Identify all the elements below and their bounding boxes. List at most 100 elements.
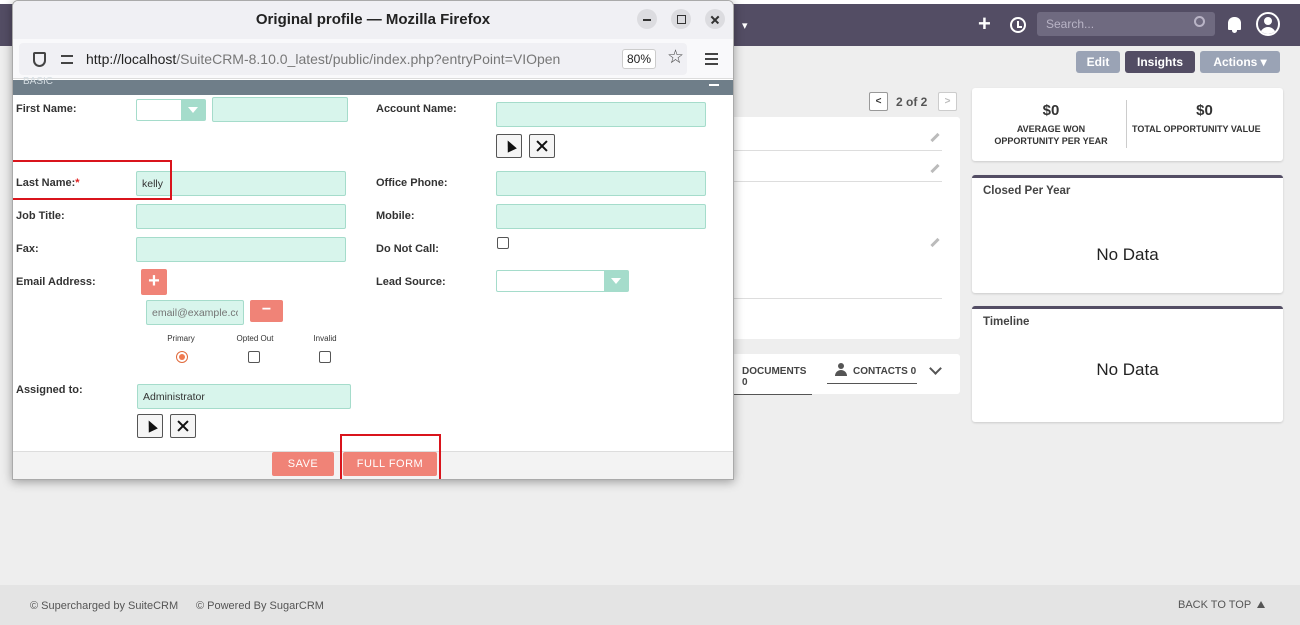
supercharged-link[interactable]: © Supercharged by SuiteCRM [30, 600, 178, 612]
add-email-button[interactable]: + [141, 269, 167, 295]
invalid-label: Invalid [313, 334, 337, 343]
assigned-to-label: Assigned to: [16, 384, 83, 396]
assigned-to-input[interactable]: Administrator [137, 384, 351, 409]
first-name-label: First Name: [16, 103, 77, 115]
basic-section-header[interactable]: BASIC [13, 76, 733, 95]
global-search-input[interactable]: Search... [1037, 12, 1215, 36]
fax-label: Fax: [16, 243, 39, 255]
minimize-icon[interactable] [637, 9, 657, 29]
highlight-box-last-name [13, 160, 172, 200]
window-title: Original profile — Mozilla Firefox [255, 11, 491, 28]
menu-hamburger-icon[interactable] [705, 53, 718, 65]
card-title: Closed Per Year [983, 185, 1071, 197]
mobile-label: Mobile: [376, 210, 415, 222]
avg-won-value: $0 [1042, 102, 1060, 119]
tracking-protection-shield-icon[interactable] [33, 52, 46, 67]
lead-source-label: Lead Source: [376, 276, 446, 288]
chevron-down-icon [604, 271, 628, 291]
first-name-input[interactable] [212, 97, 348, 122]
record-detail-panel [720, 117, 960, 339]
email-input[interactable] [146, 300, 244, 325]
quick-create-plus-icon[interactable]: + [978, 13, 991, 35]
opted-out-label: Opted Out [236, 334, 274, 343]
save-button[interactable]: SAVE [272, 452, 334, 476]
clear-account-button[interactable] [529, 134, 555, 158]
nav-more-caret-icon[interactable]: ▾ [742, 19, 748, 32]
maximize-icon[interactable] [671, 9, 691, 29]
stats-divider [1126, 100, 1127, 148]
email-address-label: Email Address: [16, 276, 96, 288]
user-profile-icon[interactable] [1256, 12, 1280, 36]
mobile-input[interactable] [496, 204, 706, 229]
do-not-call-checkbox[interactable] [497, 237, 509, 249]
opted-out-checkbox[interactable] [248, 351, 260, 363]
chevron-down-icon[interactable] [929, 362, 942, 375]
primary-email-radio[interactable] [176, 351, 188, 363]
next-record-button[interactable]: > [938, 92, 957, 111]
total-value-label: TOTAL OPPORTUNITY VALUE [1132, 124, 1261, 134]
arrow-up-icon [1257, 601, 1266, 608]
fax-input[interactable] [136, 237, 346, 262]
search-placeholder: Search... [1046, 17, 1095, 31]
card-title: Timeline [983, 316, 1030, 328]
office-phone-input[interactable] [496, 171, 706, 196]
cursor-arrow-icon [144, 418, 158, 433]
firefox-popup-window: Original profile — Mozilla Firefox http:… [12, 0, 734, 480]
close-icon[interactable] [705, 9, 725, 29]
account-name-input[interactable] [496, 102, 706, 127]
cursor-arrow-icon [503, 138, 517, 153]
url-text[interactable]: http://localhost/SuiteCRM-8.10.0_latest/… [86, 51, 616, 67]
back-to-top-link[interactable]: BACK TO TOP [1178, 599, 1266, 611]
pager-text: 2 of 2 [896, 95, 928, 109]
edit-button[interactable]: Edit [1076, 51, 1120, 73]
do-not-call-label: Do Not Call: [376, 243, 439, 255]
select-account-button[interactable] [496, 134, 522, 158]
no-data-text: No Data [1096, 245, 1159, 264]
page-footer: © Supercharged by SuiteCRM © Powered By … [0, 585, 1300, 625]
url-host: http://localhost [86, 51, 177, 67]
primary-label: Primary [167, 334, 195, 343]
tab-contacts[interactable]: CONTACTS 0 [827, 366, 917, 384]
previous-record-button[interactable]: < [869, 92, 888, 111]
actions-dropdown-button[interactable]: Actions ▾ [1200, 51, 1280, 73]
collapse-minus-icon[interactable] [709, 84, 719, 86]
office-phone-label: Office Phone: [376, 177, 448, 189]
browser-toolbar: http://localhost/SuiteCRM-8.10.0_latest/… [13, 39, 733, 79]
timeline-card: Timeline No Data [972, 306, 1283, 422]
field-divider [734, 181, 942, 182]
chevron-down-icon [181, 100, 205, 120]
avg-won-stat: $0 AVERAGE WON OPPORTUNITY PER YEAR [986, 102, 1116, 146]
avg-won-label: AVERAGE WON OPPORTUNITY PER YEAR [994, 124, 1108, 146]
powered-by-link[interactable]: © Powered By SugarCRM [196, 600, 324, 612]
remove-email-button[interactable]: − [250, 300, 283, 322]
clear-user-button[interactable] [170, 414, 196, 438]
edit-field-pencil-icon[interactable] [930, 163, 940, 174]
zoom-level-badge[interactable]: 80% [622, 49, 656, 69]
address-bar[interactable]: http://localhost/SuiteCRM-8.10.0_latest/… [19, 43, 687, 75]
closed-per-year-card: Closed Per Year No Data [972, 175, 1283, 293]
recent-history-icon[interactable] [1010, 17, 1026, 33]
account-name-label: Account Name: [376, 103, 457, 115]
lead-source-select[interactable] [496, 270, 629, 292]
bookmark-star-icon[interactable]: ☆ [667, 47, 684, 69]
notifications-bell-icon[interactable] [1228, 17, 1241, 33]
job-title-input[interactable] [136, 204, 346, 229]
select-user-button[interactable] [137, 414, 163, 438]
site-permissions-icon[interactable] [61, 55, 73, 64]
search-icon[interactable] [1194, 16, 1205, 27]
salutation-select[interactable] [136, 99, 206, 121]
subpanel-tabs: DOCUMENTS 0 CONTACTS 0 [720, 354, 960, 395]
quick-create-form: BASIC First Name: Account Name: Last Nam… [13, 76, 733, 479]
edit-field-pencil-icon[interactable] [930, 132, 940, 143]
opportunity-stats-card: $0 AVERAGE WON OPPORTUNITY PER YEAR $0 T… [972, 88, 1283, 161]
window-titlebar[interactable]: Original profile — Mozilla Firefox [13, 1, 733, 39]
insights-button[interactable]: Insights [1125, 51, 1195, 73]
field-divider [734, 150, 942, 151]
job-title-label: Job Title: [16, 210, 65, 222]
tab-documents[interactable]: DOCUMENTS 0 [726, 366, 812, 395]
invalid-checkbox[interactable] [319, 351, 331, 363]
record-pager: < 2 of 2 > [869, 92, 957, 112]
edit-field-pencil-icon[interactable] [930, 237, 940, 248]
back-to-top-label: BACK TO TOP [1178, 599, 1252, 611]
total-value-stat: $0 TOTAL OPPORTUNITY VALUE [1132, 102, 1277, 134]
